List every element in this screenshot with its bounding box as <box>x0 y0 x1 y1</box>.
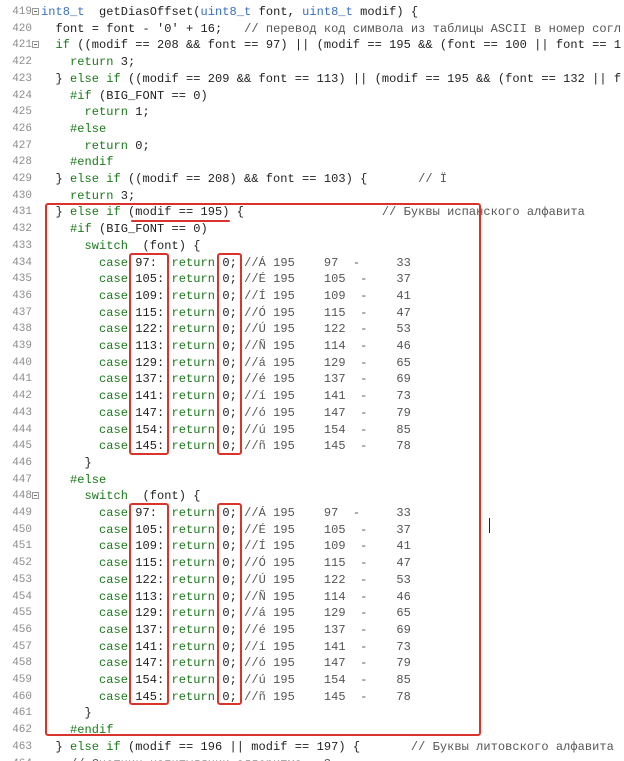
line-number: 457 <box>12 640 32 653</box>
line-number: 447 <box>12 473 32 486</box>
line-number: 419 <box>12 6 32 18</box>
line-number: 454 <box>12 590 32 603</box>
line-number: 453 <box>12 573 32 586</box>
line-number: 463 <box>12 740 32 753</box>
code-text: return 1; <box>84 105 150 120</box>
annotation-box-cases-1 <box>129 253 169 455</box>
line-number: 422 <box>12 56 32 69</box>
code-text: return 3; <box>70 188 136 203</box>
code-line[interactable]: 429 } else if ((modif == 208) && font ==… <box>0 171 624 188</box>
line-number: 460 <box>12 690 32 703</box>
line-number: 435 <box>12 273 32 286</box>
code-line[interactable]: 422 return 3; <box>0 54 624 71</box>
line-number: 426 <box>12 122 32 135</box>
line-number: 459 <box>12 674 32 686</box>
line-number: 464 <box>0 756 32 761</box>
code-line[interactable]: 428 #endif <box>0 154 624 171</box>
annotation-underline-modif <box>131 220 230 222</box>
line-number: 450 <box>12 523 32 536</box>
annotation-box-block <box>45 203 481 736</box>
code-line[interactable]: 463 } else if (modif == 196 || modif == … <box>0 739 624 756</box>
code-text: font = font - '0' + 16; // перевод код с… <box>41 21 622 36</box>
line-number: 443 <box>12 406 32 419</box>
line-number: 451 <box>12 540 32 553</box>
line-number: 440 <box>12 356 32 369</box>
line-number: 448 <box>12 490 32 503</box>
line-number: 445 <box>12 440 32 453</box>
line-number: 433 <box>12 239 32 252</box>
code-text: } else if ((modif == 208) && font == 103… <box>41 172 448 186</box>
annotation-box-returns-2 <box>217 503 242 705</box>
line-number: 437 <box>12 306 32 319</box>
code-text: #if (BIG_FONT == 0) <box>70 88 208 103</box>
fold-collapse-icon[interactable] <box>32 8 39 15</box>
line-number: 439 <box>12 340 32 352</box>
fold-collapse-icon[interactable] <box>32 492 39 500</box>
line-number: 456 <box>12 623 32 636</box>
line-number: 461 <box>12 707 32 720</box>
annotation-box-returns-1 <box>217 253 242 455</box>
text-cursor <box>489 518 490 533</box>
line-number: 462 <box>12 724 32 737</box>
line-number: 444 <box>12 423 32 436</box>
code-line[interactable]: 464 // Счетчик капитуляции алгоритма - 3 <box>0 756 624 761</box>
line-number: 446 <box>12 456 32 469</box>
line-number: 428 <box>12 156 32 169</box>
line-number: 427 <box>12 139 32 152</box>
line-number: 429 <box>12 173 32 185</box>
code-text: int8_t getDiasOffset(uint8_t font, uint8… <box>41 5 419 19</box>
line-number: 430 <box>12 189 32 202</box>
line-number: 434 <box>12 256 32 269</box>
code-line[interactable]: 427 return 0; <box>0 138 624 155</box>
line-number: 425 <box>12 106 32 119</box>
code-line[interactable]: 424 #if (BIG_FONT == 0) <box>0 88 624 105</box>
line-number: 442 <box>12 390 32 403</box>
code-line[interactable]: 425 return 1; <box>0 104 624 121</box>
code-line[interactable]: 419 int8_t getDiasOffset(uint8_t font, ui… <box>0 4 624 21</box>
code-text: } else if ((modif == 209 && font == 113)… <box>41 71 622 86</box>
code-line[interactable]: 421 if ((modif == 208 && font == 97) || … <box>0 37 624 54</box>
annotation-box-cases-2 <box>129 503 169 705</box>
code-text: #else <box>70 121 107 136</box>
fold-collapse-icon[interactable] <box>32 41 39 49</box>
code-text: #endif <box>70 155 114 170</box>
code-text: return 0; <box>84 138 150 153</box>
line-number: 455 <box>12 607 32 620</box>
line-number: 420 <box>12 22 32 35</box>
code-text: return 3; <box>70 55 136 70</box>
line-number: 452 <box>12 557 32 570</box>
code-editor[interactable]: 419 int8_t getDiasOffset(uint8_t font, ui… <box>0 0 624 761</box>
line-number: 458 <box>12 657 32 670</box>
line-number: 421 <box>12 39 32 52</box>
code-text: // Счетчик капитуляции алгоритма - 3 <box>41 756 331 761</box>
line-number: 424 <box>12 89 32 102</box>
line-number: 441 <box>12 373 32 386</box>
line-number: 438 <box>12 323 32 336</box>
line-number: 449 <box>12 507 32 519</box>
line-number: 436 <box>12 289 32 302</box>
code-line[interactable]: 423 } else if ((modif == 209 && font == … <box>0 71 624 88</box>
code-line[interactable]: 426 #else <box>0 121 624 138</box>
code-line[interactable]: 430 return 3; <box>0 188 624 205</box>
code-line[interactable]: 420 font = font - '0' + 16; // перевод к… <box>0 21 624 38</box>
line-number: 423 <box>12 72 32 85</box>
line-number: 432 <box>12 223 32 236</box>
code-text: } else if (modif == 196 || modif == 197)… <box>41 739 614 754</box>
code-text: if ((modif == 208 && font == 97) || (mod… <box>55 38 622 53</box>
line-number: 431 <box>12 206 32 219</box>
